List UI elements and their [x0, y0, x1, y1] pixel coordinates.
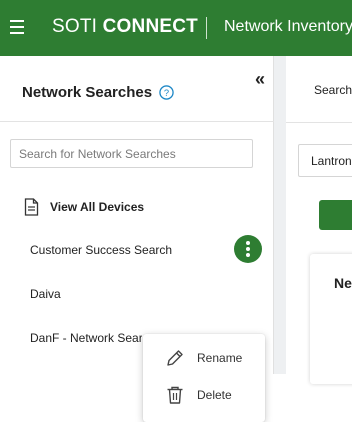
top-bar: SOTI CONNECT Network Inventory: [0, 0, 352, 56]
delete-label: Delete: [197, 388, 232, 402]
module-title: Network Inventory: [224, 18, 352, 35]
content-gutter: [274, 56, 286, 374]
view-all-devices-item[interactable]: View All Devices: [24, 198, 144, 216]
item-context-menu: Rename Delete: [143, 334, 265, 422]
brand-connect: CONNECT: [102, 16, 198, 37]
more-options-icon[interactable]: [234, 235, 262, 263]
results-card-title: Ne: [334, 275, 352, 291]
saved-search-item[interactable]: DanF - Network Search: [30, 331, 142, 345]
search-criteria-select[interactable]: Lantronix: [298, 144, 352, 177]
network-searches-sidebar: Network Searches ? « View All Devices Cu…: [0, 56, 274, 422]
view-all-devices-label: View All Devices: [50, 200, 145, 214]
brand-soti: SOTI: [52, 16, 98, 37]
pencil-icon: [167, 350, 183, 366]
trash-icon: [167, 386, 183, 404]
results-card: Ne: [310, 254, 352, 384]
hamburger-menu-icon[interactable]: [10, 20, 24, 34]
rename-label: Rename: [197, 351, 243, 365]
saved-search-item[interactable]: Customer Success Search: [30, 243, 172, 257]
main-content: Search Lantronix Ne: [286, 56, 352, 384]
help-icon[interactable]: ?: [159, 85, 174, 100]
content-divider: [286, 122, 352, 123]
svg-text:?: ?: [164, 88, 169, 98]
saved-search-item[interactable]: Daiva: [30, 287, 61, 301]
sidebar-header: Network Searches ? «: [0, 56, 274, 122]
primary-action-button[interactable]: [319, 200, 352, 230]
collapse-sidebar-icon[interactable]: «: [255, 70, 265, 88]
sidebar-title: Network Searches: [22, 84, 153, 101]
header-divider: [206, 17, 207, 39]
document-icon: [24, 198, 39, 216]
app-logo[interactable]: SOTI CONNECT: [52, 16, 198, 38]
search-section-label: Search: [314, 83, 352, 97]
rename-menu-item[interactable]: Rename: [143, 340, 265, 376]
network-searches-search-input[interactable]: [10, 139, 253, 168]
delete-menu-item[interactable]: Delete: [143, 377, 265, 413]
